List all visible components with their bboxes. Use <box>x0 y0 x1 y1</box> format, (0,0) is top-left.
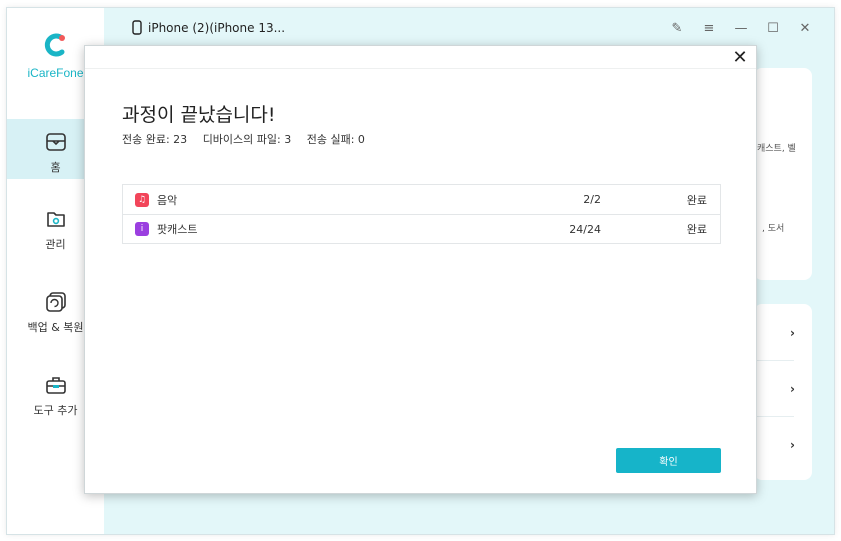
device-files-stat: 디바이스의 파일: 3 <box>202 133 292 146</box>
item-status: 완료 <box>686 193 707 207</box>
list-item: ♫ 음악 2/2 완료 <box>123 185 720 214</box>
home-icon <box>45 133 66 151</box>
confirm-button[interactable]: 확인 <box>616 448 721 473</box>
transfer-complete-dialog: ✕ 과정이 끝났습니다! 전송 완료: 23 디바이스의 파일: 3 전송 실패… <box>84 45 757 494</box>
app-logo-icon <box>44 33 65 57</box>
device-selector[interactable]: iPhone (2)(iPhone 13... <box>132 20 285 35</box>
minimize-icon[interactable]: — <box>734 22 748 36</box>
close-window-icon[interactable]: ✕ <box>798 22 812 36</box>
item-status: 완료 <box>686 223 707 236</box>
background-card <box>754 68 812 280</box>
phone-icon <box>132 20 142 35</box>
item-name: 팟캐스트 <box>157 223 198 236</box>
chevron-right-icon[interactable]: › <box>790 382 795 396</box>
titlebar-controls: ✎ ≡ — ☐ ✕ <box>670 22 812 36</box>
divider <box>754 416 794 417</box>
divider <box>754 360 794 361</box>
transfer-done-stat: 전송 완료: 23 <box>122 133 188 146</box>
chevron-right-icon[interactable]: › <box>790 438 795 452</box>
podcast-icon: i <box>135 222 149 236</box>
edit-icon[interactable]: ✎ <box>670 22 684 36</box>
device-name: iPhone (2)(iPhone 13... <box>148 20 286 35</box>
toolbox-icon <box>45 377 66 394</box>
transfer-list: ♫ 음악 2/2 완료 i 팟캐스트 24/24 완료 <box>122 184 721 244</box>
item-count: 24/24 <box>569 222 601 236</box>
item-count: 2/2 <box>583 193 601 206</box>
folder-gear-icon <box>46 212 65 227</box>
maximize-icon[interactable]: ☐ <box>766 22 780 36</box>
transfer-failed-stat: 전송 실패: 0 <box>306 133 365 146</box>
dialog-header <box>85 46 756 69</box>
list-item: i 팟캐스트 24/24 완료 <box>123 214 720 243</box>
backup-icon <box>45 292 66 312</box>
background-card <box>754 304 812 480</box>
background-text: , 도서 <box>762 224 785 234</box>
transfer-stats: 전송 완료: 23 디바이스의 파일: 3 전송 실패: 0 <box>122 131 377 147</box>
chevron-right-icon[interactable]: › <box>790 326 795 340</box>
dialog-title: 과정이 끝났습니다! <box>122 104 276 126</box>
background-text: 캐스트, 벨 <box>757 144 796 154</box>
menu-icon[interactable]: ≡ <box>702 22 716 36</box>
music-icon: ♫ <box>135 192 149 207</box>
item-name: 음악 <box>157 193 178 207</box>
close-icon[interactable]: ✕ <box>730 48 750 68</box>
